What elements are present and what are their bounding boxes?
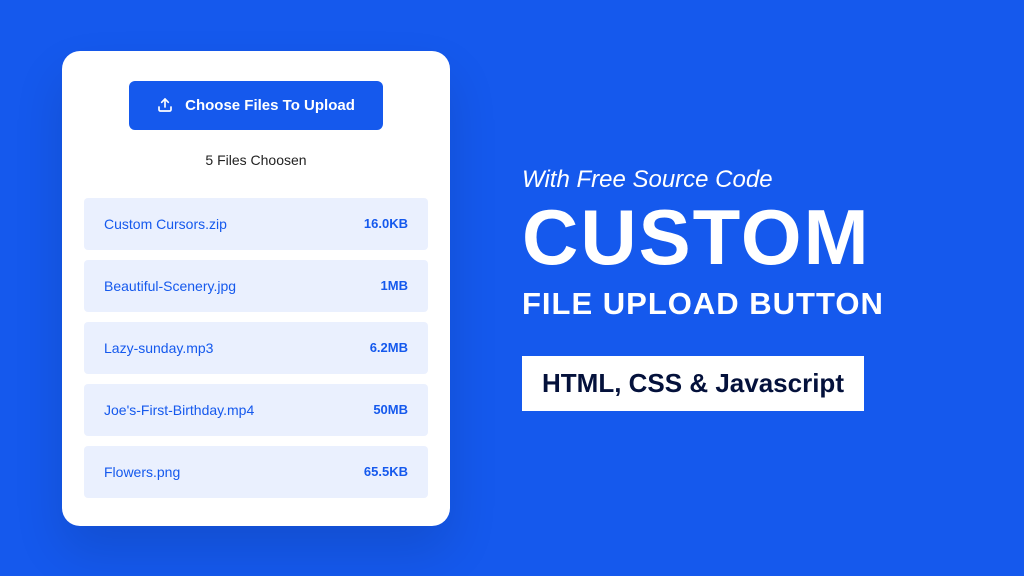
tech-badge: HTML, CSS & Javascript [522, 356, 864, 411]
list-item: Custom Cursors.zip 16.0KB [84, 198, 428, 250]
files-count-text: 5 Files Choosen [84, 152, 428, 168]
file-size: 16.0KB [364, 216, 408, 231]
file-name: Joe's-First-Birthday.mp4 [104, 402, 254, 418]
sub-title: FILE UPLOAD BUTTON [522, 286, 974, 322]
choose-files-button[interactable]: Choose Files To Upload [129, 81, 383, 130]
upload-card: Choose Files To Upload 5 Files Choosen C… [62, 51, 450, 526]
upload-icon [157, 97, 173, 113]
list-item: Flowers.png 65.5KB [84, 446, 428, 498]
title-block: With Free Source Code CUSTOM FILE UPLOAD… [522, 166, 974, 411]
file-size: 50MB [373, 402, 408, 417]
file-size: 65.5KB [364, 464, 408, 479]
choose-files-label: Choose Files To Upload [185, 97, 355, 114]
file-name: Beautiful-Scenery.jpg [104, 278, 236, 294]
list-item: Beautiful-Scenery.jpg 1MB [84, 260, 428, 312]
list-item: Lazy-sunday.mp3 6.2MB [84, 322, 428, 374]
file-size: 1MB [381, 278, 408, 293]
list-item: Joe's-First-Birthday.mp4 50MB [84, 384, 428, 436]
file-list: Custom Cursors.zip 16.0KB Beautiful-Scen… [84, 198, 428, 498]
file-name: Lazy-sunday.mp3 [104, 340, 213, 356]
main-title: CUSTOM [522, 198, 974, 276]
subtitle-text: With Free Source Code [522, 166, 974, 194]
file-size: 6.2MB [370, 340, 408, 355]
file-name: Flowers.png [104, 464, 180, 480]
file-name: Custom Cursors.zip [104, 216, 227, 232]
